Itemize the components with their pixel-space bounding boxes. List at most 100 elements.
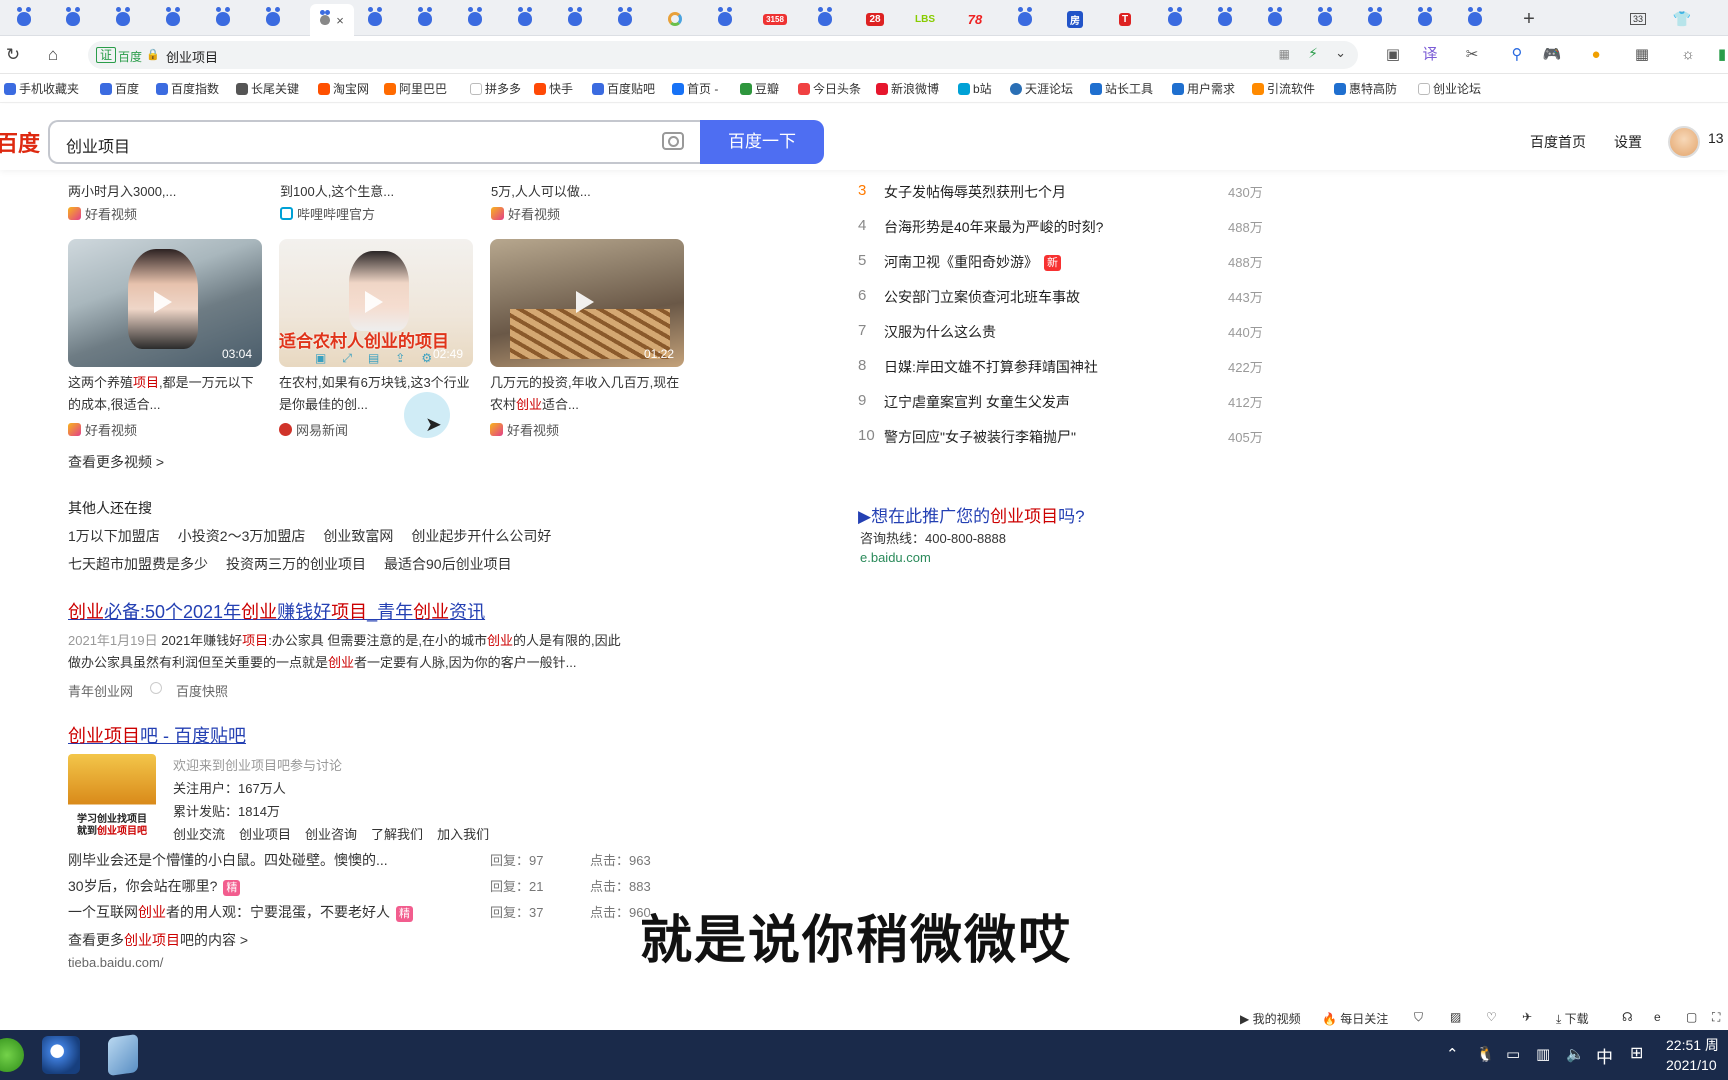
start-button[interactable] bbox=[0, 1038, 24, 1072]
tab[interactable]: 28 bbox=[859, 6, 891, 32]
related-link[interactable]: 最适合90后创业项目 bbox=[384, 556, 512, 572]
related-link[interactable]: 七天超市加盟费是多少 bbox=[68, 556, 208, 572]
hot-list-item[interactable]: 4 台海形势是40年来最为严峻的时刻? 488万 bbox=[858, 217, 1268, 241]
tab[interactable]: LBS bbox=[909, 6, 941, 32]
tab[interactable] bbox=[559, 6, 591, 32]
system-clock[interactable]: 22:51 周 2021/10 bbox=[1666, 1035, 1719, 1075]
search-input[interactable]: 创业项目 bbox=[48, 120, 700, 164]
related-link[interactable]: 1万以下加盟店 bbox=[68, 528, 160, 544]
hot-list-item[interactable]: 3 女子发帖侮辱英烈获刑七个月 430万 bbox=[858, 182, 1268, 206]
shield-icon[interactable]: ⛉ bbox=[1414, 1010, 1423, 1025]
tab[interactable] bbox=[107, 6, 139, 32]
video-source[interactable]: 好看视频 bbox=[68, 204, 137, 223]
video-source[interactable]: 好看视频 bbox=[491, 204, 560, 223]
cache-link[interactable]: 百度快照 bbox=[176, 681, 228, 700]
magnifier-icon[interactable]: ⚲ bbox=[1507, 45, 1527, 65]
play-icon[interactable] bbox=[365, 291, 383, 313]
tab[interactable] bbox=[509, 6, 541, 32]
tab[interactable]: T bbox=[1109, 6, 1141, 32]
video-source[interactable]: 好看视频 bbox=[68, 420, 137, 439]
tab[interactable] bbox=[1159, 6, 1191, 32]
video-thumbnail[interactable]: 01:22 bbox=[490, 239, 684, 367]
hot-list-item[interactable]: 7 汉服为什么这么贵 440万 bbox=[858, 322, 1268, 346]
ad-domain[interactable]: e.baidu.com bbox=[860, 550, 931, 565]
tab[interactable] bbox=[207, 6, 239, 32]
tab[interactable] bbox=[57, 6, 89, 32]
baidu-logo[interactable]: 百度 bbox=[0, 126, 40, 158]
url-field[interactable]: 证 百度 🔒 创业项目 ▦ ⚡ ⌄ bbox=[88, 41, 1358, 69]
tab[interactable] bbox=[1409, 6, 1441, 32]
result-source[interactable]: 青年创业网 bbox=[68, 681, 133, 700]
tab[interactable] bbox=[459, 6, 491, 32]
tab[interactable]: 78 bbox=[959, 6, 991, 32]
tab[interactable] bbox=[1459, 6, 1491, 32]
tab[interactable] bbox=[359, 6, 391, 32]
brightness-icon[interactable]: ☼ bbox=[1678, 45, 1698, 65]
baidu-home-link[interactable]: 百度首页 bbox=[1530, 132, 1586, 152]
tieba-thumbnail[interactable]: 学习创业找项目 就到创业项目吧 bbox=[68, 754, 156, 838]
hot-list-item[interactable]: 6 公安部门立案侦查河北班车事故 443万 bbox=[858, 287, 1268, 311]
keyboard-grid-icon[interactable]: ⊞ bbox=[1630, 1043, 1643, 1063]
tab[interactable] bbox=[1209, 6, 1241, 32]
video-source[interactable]: 哔哩哔哩官方 bbox=[280, 204, 375, 223]
tieba-more-link[interactable]: 查看更多创业项目吧的内容 > bbox=[68, 930, 248, 950]
video-title[interactable]: 这两个养殖项目,都是一万元以下的成本,很适合... bbox=[68, 372, 264, 416]
video-desc[interactable]: 两小时月入3000,... bbox=[68, 181, 176, 200]
tab-count-button[interactable]: 33 bbox=[1622, 6, 1654, 32]
camera-icon[interactable] bbox=[662, 132, 684, 150]
bookmark[interactable]: 今日头条 bbox=[798, 80, 861, 97]
tab[interactable] bbox=[157, 6, 189, 32]
more-videos-link[interactable]: 查看更多视频 > bbox=[68, 452, 164, 472]
hot-list-item[interactable]: 10 警方回应"女子被装行李箱抛尸" 405万 bbox=[858, 427, 1268, 451]
settings-link[interactable]: 设置 bbox=[1614, 132, 1642, 152]
tab[interactable]: 3158 bbox=[759, 6, 791, 32]
bookmark[interactable]: 用户需求 bbox=[1172, 80, 1235, 97]
scissors-icon[interactable]: ✂ bbox=[1462, 45, 1482, 65]
play-icon[interactable] bbox=[576, 291, 594, 313]
translate-icon[interactable]: 译 bbox=[1420, 45, 1440, 65]
hot-list-item[interactable]: 9 辽宁虐童案宣判 女童生父发声 412万 bbox=[858, 392, 1268, 416]
bookmark[interactable]: 手机收藏夹 bbox=[4, 80, 79, 97]
thread-row[interactable]: 刚毕业会还是个懵懂的小白鼠。四处碰壁。懊懊的... 回复：97 点击：963 bbox=[68, 850, 748, 872]
reader-icon[interactable]: ▣ bbox=[1383, 45, 1403, 65]
rocket-icon[interactable]: ✈ bbox=[1522, 1010, 1532, 1024]
bookmark[interactable]: 站长工具 bbox=[1090, 80, 1153, 97]
ie-icon[interactable]: e bbox=[1654, 1010, 1661, 1024]
coin-icon[interactable]: ● bbox=[1586, 45, 1606, 65]
bookmark[interactable]: b站 bbox=[958, 80, 992, 97]
related-link[interactable]: 创业致富网 bbox=[323, 528, 393, 544]
tab[interactable] bbox=[1009, 6, 1041, 32]
play-icon[interactable] bbox=[154, 291, 172, 313]
bookmark[interactable]: 长尾关键 bbox=[236, 80, 299, 97]
hot-list-item[interactable]: 8 日媒:岸田文雄不打算参拜靖国神社 422万 bbox=[858, 357, 1268, 381]
avatar[interactable] bbox=[1668, 126, 1700, 158]
battery-icon[interactable]: ▮ bbox=[1712, 45, 1728, 65]
video-thumbnail[interactable]: 适合农村人创业的项目 ▣⤢▤⇪⚙ 02:49 bbox=[279, 239, 473, 367]
browser-app-icon[interactable] bbox=[42, 1036, 80, 1074]
tieba-link[interactable]: 加入我们 bbox=[437, 827, 489, 842]
video-hover-controls[interactable]: ▣⤢▤⇪⚙ bbox=[315, 351, 448, 366]
download-button[interactable]: ⤓ 下载 bbox=[1556, 1010, 1589, 1027]
tab[interactable] bbox=[1259, 6, 1291, 32]
chevron-down-icon[interactable]: ⌄ bbox=[1335, 45, 1346, 61]
tab[interactable] bbox=[409, 6, 441, 32]
username[interactable]: 13 bbox=[1708, 130, 1724, 146]
bookmark[interactable]: 快手 bbox=[534, 80, 573, 97]
daily-button[interactable]: 🔥 每日关注 bbox=[1322, 1010, 1388, 1027]
video-source[interactable]: 网易新闻 bbox=[279, 420, 348, 439]
tab-active[interactable]: × bbox=[310, 4, 354, 36]
bookmark[interactable]: 百度指数 bbox=[156, 80, 219, 97]
close-tab-icon[interactable]: × bbox=[336, 13, 344, 28]
video-source[interactable]: 好看视频 bbox=[490, 420, 559, 439]
bookmark[interactable]: 新浪微博 bbox=[876, 80, 939, 97]
related-link[interactable]: 投资两三万的创业项目 bbox=[226, 556, 366, 572]
tab[interactable] bbox=[659, 6, 691, 32]
ad-title-link[interactable]: ▶想在此推广您的创业项目吗? bbox=[858, 502, 1085, 527]
battery-icon[interactable]: ▭ bbox=[1506, 1045, 1520, 1063]
bookmark[interactable]: 引流软件 bbox=[1252, 80, 1315, 97]
bookmark[interactable]: 阿里巴巴 bbox=[384, 80, 447, 97]
info-circle-icon[interactable] bbox=[150, 682, 162, 694]
bookmark[interactable]: 天涯论坛 bbox=[1010, 80, 1073, 97]
tab[interactable]: 房 bbox=[1059, 6, 1091, 32]
bookmark[interactable]: 创业论坛 bbox=[1418, 80, 1481, 97]
